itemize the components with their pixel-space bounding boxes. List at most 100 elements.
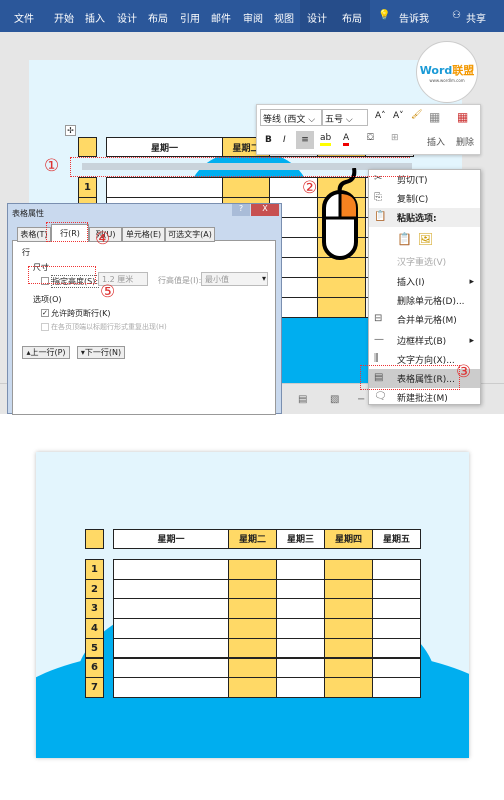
row-number-cell[interactable]: 1 [85, 559, 104, 580]
header-cell[interactable]: 星期四 [324, 529, 373, 549]
menu-new-comment[interactable]: 🗨 新建批注(M) [369, 388, 480, 407]
font-size-select[interactable]: 五号 ⌵ [322, 109, 368, 126]
tab-home[interactable]: 开始 [54, 10, 74, 25]
tab-mailings[interactable]: 邮件 [211, 10, 231, 25]
format-painter-icon[interactable]: 🖌 [411, 110, 422, 120]
row-number-cell[interactable]: 2 [85, 578, 104, 600]
italic-button[interactable]: I [283, 135, 286, 145]
header-cell[interactable]: 星期二 [228, 529, 277, 549]
font-color-icon[interactable]: A [343, 133, 350, 146]
table-cell[interactable] [113, 677, 229, 698]
tab-table-design[interactable]: 设计 [307, 10, 327, 25]
tab-design[interactable]: 设计 [117, 10, 137, 25]
table-cell[interactable] [276, 559, 325, 580]
tab-layout[interactable]: 布局 [148, 10, 168, 25]
next-row-button[interactable]: ▾ 下一行(N) [77, 346, 125, 359]
delete-table-icon[interactable]: ▦ [457, 110, 468, 124]
row-number-cell[interactable]: 5 [85, 637, 104, 659]
tab-table-layout[interactable]: 布局 [342, 10, 362, 25]
paste-keep-format-icon[interactable]: 📋 [397, 232, 412, 246]
tab-view[interactable]: 视图 [274, 10, 294, 25]
table-cell[interactable] [228, 637, 277, 659]
menu-border-styles[interactable]: — 边框样式(B) ▸ [369, 331, 480, 350]
row-number-cell[interactable]: 6 [85, 657, 104, 679]
row-number-cell[interactable]: 7 [85, 677, 104, 698]
table-cell[interactable] [113, 559, 229, 580]
table-cell[interactable] [324, 677, 373, 698]
insert-table-icon[interactable]: ▦ [429, 110, 440, 124]
web-layout-icon[interactable]: ▧ [330, 394, 339, 405]
tab-alt-text[interactable]: 可选文字(A) [165, 227, 215, 242]
table-cell[interactable] [113, 657, 229, 679]
row-height-select[interactable]: 最小值 ▾ [201, 272, 268, 286]
header-cell[interactable]: 星期一 [106, 137, 223, 157]
header-cell[interactable]: 星期三 [276, 529, 325, 549]
tab-cell[interactable]: 单元格(E) [122, 227, 165, 242]
tab-review[interactable]: 审阅 [243, 10, 263, 25]
table-cell[interactable] [324, 618, 373, 639]
table-cell[interactable] [317, 297, 366, 318]
table-cell[interactable] [276, 677, 325, 698]
menu-delete-cells[interactable]: 删除单元格(D)... [369, 291, 480, 310]
table-move-handle[interactable]: ✢ [65, 125, 76, 136]
header-cell[interactable]: 星期一 [113, 529, 229, 549]
row-number-cell[interactable]: 1 [78, 177, 97, 198]
table-cell[interactable] [113, 598, 229, 620]
table-cell[interactable] [372, 578, 421, 600]
table-cell[interactable] [372, 618, 421, 639]
align-center-button[interactable]: ≡ [296, 131, 314, 149]
corner-cell[interactable] [78, 137, 97, 157]
insert-label[interactable]: 插入 [427, 135, 445, 148]
highlight-icon[interactable]: ab [320, 133, 332, 146]
borders-icon[interactable]: ⊞ [391, 133, 399, 143]
delete-label[interactable]: 删除 [456, 135, 474, 148]
tab-references[interactable]: 引用 [180, 10, 200, 25]
table-cell[interactable] [113, 578, 229, 600]
table-cell[interactable] [276, 657, 325, 679]
header-cell[interactable]: 星期五 [372, 529, 421, 549]
table-cell[interactable] [372, 559, 421, 580]
shading-icon[interactable]: ⛋ [367, 133, 374, 143]
table-cell[interactable] [324, 657, 373, 679]
table-cell[interactable] [276, 578, 325, 600]
table-cell[interactable] [317, 277, 366, 298]
tell-me[interactable]: 告诉我 [399, 10, 429, 25]
table-cell[interactable] [372, 677, 421, 698]
paste-picture-icon[interactable]: 🖼 [418, 232, 433, 246]
menu-merge-cells[interactable]: ⊟ 合并单元格(M) [369, 310, 480, 329]
table-cell[interactable] [372, 598, 421, 620]
table-cell[interactable] [324, 559, 373, 580]
table-cell[interactable] [276, 637, 325, 659]
allow-break-checkbox[interactable]: ✓ [41, 309, 49, 317]
table-cell[interactable] [228, 657, 277, 679]
menu-insert[interactable]: 插入(I) ▸ [369, 272, 480, 291]
close-button[interactable]: X [251, 204, 279, 216]
grow-font-icon[interactable]: A˄ [375, 111, 386, 121]
read-mode-icon[interactable]: ▤ [298, 394, 307, 405]
table-cell[interactable] [324, 637, 373, 659]
table-cell[interactable] [222, 177, 270, 198]
table-cell[interactable] [276, 618, 325, 639]
table-cell[interactable] [106, 177, 223, 198]
paste-buttons[interactable]: 📋 🖼 [369, 227, 480, 251]
bold-button[interactable]: B [265, 135, 272, 145]
prev-row-button[interactable]: ▴ 上一行(P) [22, 346, 70, 359]
table-cell[interactable] [324, 578, 373, 600]
table-cell[interactable] [113, 618, 229, 639]
zoom-out-icon[interactable]: − [357, 394, 365, 405]
shrink-font-icon[interactable]: A˅ [393, 111, 404, 121]
table-cell[interactable] [228, 559, 277, 580]
table-cell[interactable] [372, 657, 421, 679]
row-number-cell[interactable]: 4 [85, 618, 104, 639]
row-number-cell[interactable]: 3 [85, 598, 104, 620]
help-button[interactable]: ? [232, 204, 250, 216]
table-cell[interactable] [228, 598, 277, 620]
tab-insert[interactable]: 插入 [85, 10, 105, 25]
table-cell[interactable] [228, 677, 277, 698]
table-cell[interactable] [324, 598, 373, 620]
table-cell[interactable] [113, 637, 229, 659]
table-cell[interactable] [276, 598, 325, 620]
table-cell[interactable] [372, 637, 421, 659]
table-cell[interactable] [228, 618, 277, 639]
tab-file[interactable]: 文件 [14, 10, 34, 25]
